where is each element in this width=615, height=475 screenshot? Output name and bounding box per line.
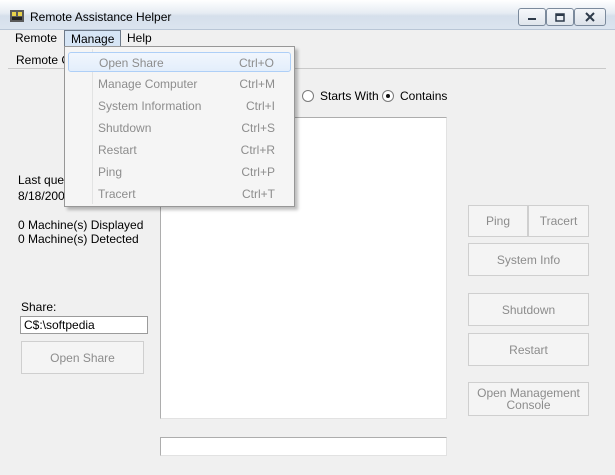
radio-starts-with-label: Starts With (320, 89, 379, 103)
menu-item-tracert[interactable]: Tracert Ctrl+T (68, 184, 291, 204)
menu-item-label: Manage Computer (98, 77, 198, 91)
menu-remote[interactable]: Remote (9, 30, 63, 47)
system-info-button[interactable]: System Info (468, 243, 589, 276)
menu-item-ping[interactable]: Ping Ctrl+P (68, 162, 291, 182)
ping-button[interactable]: Ping (468, 205, 528, 237)
menu-manage[interactable]: Manage (64, 30, 122, 47)
menu-item-shortcut: Ctrl+R (240, 143, 275, 157)
menu-item-label: Ping (98, 165, 123, 179)
menu-help[interactable]: Help (121, 30, 158, 47)
share-input[interactable]: C$:\softpedia (20, 316, 148, 334)
maximize-button[interactable] (546, 8, 574, 26)
manage-menu: Open Share Ctrl+O Manage Computer Ctrl+M… (64, 46, 295, 207)
maximize-icon (555, 12, 565, 22)
machines-displayed: 0 Machine(s) Displayed (18, 218, 144, 232)
menu-item-system-information[interactable]: System Information Ctrl+I (68, 96, 291, 116)
title-bar[interactable]: Remote Assistance Helper (0, 0, 615, 30)
menu-item-shortcut: Ctrl+M (239, 77, 275, 91)
last-query-value: 8/18/200 (18, 189, 65, 203)
app-icon (10, 10, 24, 22)
tracert-button[interactable]: Tracert (528, 205, 589, 237)
menu-item-open-share[interactable]: Open Share Ctrl+O (68, 52, 291, 72)
menu-item-label: Shutdown (98, 121, 152, 135)
status-field (160, 437, 447, 456)
radio-contains-label: Contains (400, 89, 448, 103)
shutdown-button[interactable]: Shutdown (468, 293, 589, 326)
last-query-label: Last quer (18, 173, 69, 187)
menu-item-manage-computer[interactable]: Manage Computer Ctrl+M (68, 74, 291, 94)
menu-item-shutdown[interactable]: Shutdown Ctrl+S (68, 118, 291, 138)
menu-item-label: Tracert (98, 187, 136, 201)
menu-bar: Remote Manage Help (0, 30, 615, 47)
menu-item-shortcut: Ctrl+O (238, 56, 274, 70)
menu-item-label: System Information (98, 99, 202, 113)
radio-contains[interactable]: Contains (382, 89, 447, 103)
radio-starts-with[interactable]: Starts With (302, 89, 379, 103)
minimize-icon (528, 18, 536, 20)
menu-item-shortcut: Ctrl+I (245, 99, 275, 113)
menu-item-shortcut: Ctrl+T (242, 187, 275, 201)
share-label: Share: (21, 300, 57, 314)
radio-starts-with-circle[interactable] (302, 90, 314, 102)
open-management-console-button[interactable]: Open Management Console (468, 382, 589, 416)
menu-item-shortcut: Ctrl+S (241, 121, 275, 135)
close-button[interactable] (574, 8, 606, 26)
restart-button[interactable]: Restart (468, 333, 589, 366)
machines-detected: 0 Machine(s) Detected (18, 232, 139, 246)
remote-computer-label: Remote C (16, 53, 71, 67)
radio-contains-circle[interactable] (382, 90, 394, 102)
window-title: Remote Assistance Helper (30, 10, 172, 24)
menu-item-label: Open Share (99, 56, 164, 70)
close-icon (585, 12, 595, 22)
menu-item-restart[interactable]: Restart Ctrl+R (68, 140, 291, 160)
open-share-button[interactable]: Open Share (21, 341, 144, 374)
menu-item-label: Restart (98, 143, 137, 157)
minimize-button[interactable] (518, 8, 546, 26)
menu-item-shortcut: Ctrl+P (241, 165, 275, 179)
